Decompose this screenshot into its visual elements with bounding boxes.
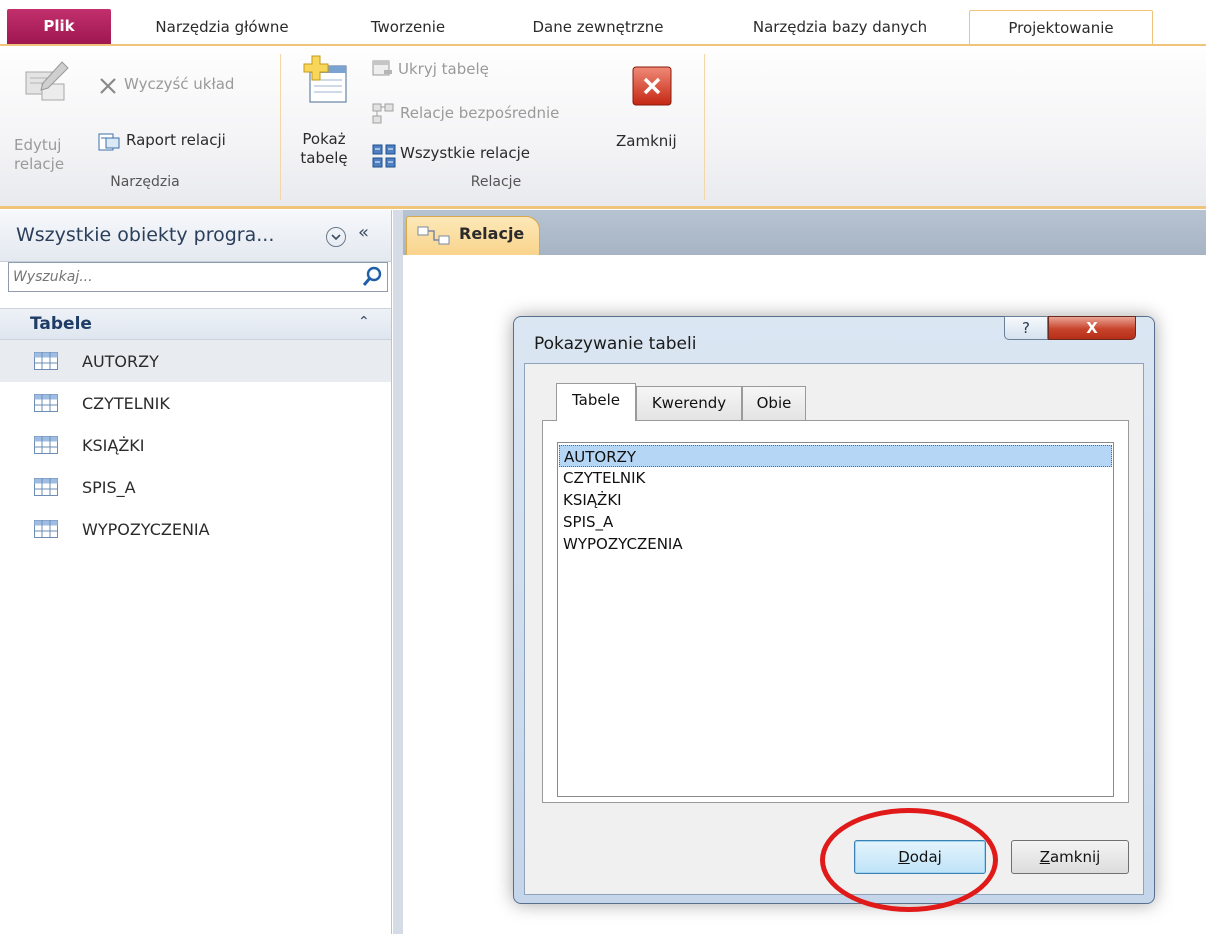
document-tab-relations[interactable]: Relacje — [406, 216, 540, 255]
all-relations-icon — [372, 144, 396, 168]
hide-table-icon — [372, 60, 392, 76]
dialog-close-button[interactable]: X — [1048, 316, 1136, 340]
nav-item-spis-a[interactable]: SPIS_A — [0, 466, 391, 508]
show-table-icon — [303, 55, 347, 103]
direct-relations-label: Relacje bezpośrednie — [400, 104, 560, 122]
direct-relations-icon — [372, 103, 394, 124]
report-icon — [98, 133, 120, 151]
hide-table-button[interactable]: Ukryj tabelę — [370, 58, 570, 86]
help-icon[interactable]: ? — [1004, 316, 1048, 340]
close-x-icon — [100, 78, 116, 94]
table-icon — [34, 520, 58, 538]
tab-home[interactable]: Narzędzia główne — [122, 10, 322, 45]
list-item[interactable]: KSIĄŻKI — [559, 489, 1112, 511]
nav-pane-header[interactable]: Wszystkie obiekty progra... « — [0, 210, 391, 262]
close-relations-button[interactable]: Zamknij — [614, 60, 698, 170]
relations-report-button[interactable]: Raport relacji — [96, 128, 272, 158]
tab-both[interactable]: Obie — [742, 386, 806, 421]
show-table-button[interactable]: Pokaż tabelę — [290, 52, 358, 168]
show-table-label: Pokaż tabelę — [300, 130, 348, 167]
add-button-label: odaj — [909, 848, 942, 866]
table-icon — [34, 436, 58, 454]
ribbon: Edytuj relacje Wyczyść układ Raport rela… — [0, 46, 1206, 206]
nav-item-czytelnik[interactable]: CZYTELNIK — [0, 382, 391, 424]
collapse-pane-icon[interactable]: « — [358, 222, 369, 243]
nav-item-ksiazki[interactable]: KSIĄŻKI — [0, 424, 391, 466]
chevron-down-icon[interactable] — [326, 227, 346, 247]
show-table-dialog: Pokazywanie tabeli ? X Tabele Kwerendy O… — [513, 316, 1155, 904]
group-separator — [280, 54, 281, 200]
nav-group-tables[interactable]: Tabele ⌃ — [0, 308, 391, 340]
clear-layout-button[interactable]: Wyczyść układ — [96, 72, 272, 102]
nav-item-wypozyczenia[interactable]: WYPOZYCZENIA — [0, 508, 391, 550]
table-icon — [34, 352, 58, 370]
tab-file[interactable]: Plik — [7, 9, 111, 45]
list-item[interactable]: SPIS_A — [559, 511, 1112, 533]
all-relations-button[interactable]: Wszystkie relacje — [370, 142, 570, 170]
table-icon — [34, 394, 58, 412]
tab-external-data[interactable]: Dane zewnętrzne — [493, 10, 703, 45]
ribbon-tab-bar: Plik Narzędzia główne Tworzenie Dane zew… — [0, 0, 1206, 45]
search-icon[interactable] — [359, 264, 385, 290]
list-item[interactable]: AUTORZY — [559, 445, 1112, 467]
add-button[interactable]: Dodaj — [854, 840, 986, 874]
ribbon-bottom-border — [0, 206, 1206, 209]
nav-group-label: Tabele — [30, 314, 92, 334]
close-button-label: amknij — [1049, 848, 1101, 866]
document-tab-label: Relacje — [459, 224, 525, 243]
add-button-accel: D — [898, 848, 910, 866]
close-icon — [632, 66, 672, 106]
tab-queries[interactable]: Kwerendy — [636, 386, 742, 421]
nav-item-label: KSIĄŻKI — [82, 436, 145, 455]
tab-database-tools[interactable]: Narzędzia bazy danych — [720, 10, 960, 45]
close-button-accel: Z — [1039, 848, 1050, 866]
tab-tables[interactable]: Tabele — [556, 383, 636, 421]
all-relations-label: Wszystkie relacje — [400, 144, 531, 162]
nav-item-label: WYPOZYCZENIA — [82, 520, 210, 539]
nav-item-autorzy[interactable]: AUTORZY — [0, 340, 391, 382]
tables-listbox[interactable]: AUTORZY CZYTELNIK KSIĄŻKI SPIS_A WYPOZYC… — [557, 442, 1114, 797]
nav-search-box — [8, 262, 388, 292]
chevron-up-icon[interactable]: ⌃ — [358, 314, 370, 330]
document-area-edge — [393, 210, 403, 934]
nav-item-label: SPIS_A — [82, 478, 136, 497]
close-dialog-button[interactable]: Zamknij — [1011, 840, 1129, 874]
edit-relations-icon — [25, 61, 69, 101]
table-icon — [34, 478, 58, 496]
group-separator — [704, 54, 705, 200]
nav-item-label: CZYTELNIK — [82, 394, 170, 413]
close-relations-label: Zamknij — [616, 132, 677, 150]
list-item[interactable]: CZYTELNIK — [559, 467, 1112, 489]
list-item[interactable]: WYPOZYCZENIA — [559, 533, 1112, 555]
navigation-pane: Wszystkie obiekty progra... « Tabele ⌃ A… — [0, 210, 392, 934]
relations-icon — [417, 226, 450, 245]
nav-pane-title[interactable]: Wszystkie obiekty progra... — [16, 224, 274, 246]
dialog-body: Tabele Kwerendy Obie AUTORZY CZYTELNIK K… — [524, 363, 1144, 895]
relations-report-label: Raport relacji — [126, 131, 226, 149]
nav-item-label: AUTORZY — [82, 352, 159, 371]
edit-relations-button[interactable]: Edytuj relacje — [14, 52, 84, 173]
clear-layout-label: Wyczyść układ — [124, 75, 235, 93]
edit-relations-label: Edytuj relacje — [14, 136, 65, 173]
tools-group-label: Narzędzia — [110, 174, 180, 190]
direct-relations-button[interactable]: Relacje bezpośrednie — [370, 100, 610, 128]
hide-table-label: Ukryj tabelę — [398, 60, 489, 78]
relations-group-label: Relacje — [470, 174, 522, 190]
tab-design[interactable]: Projektowanie — [969, 10, 1153, 45]
tab-create[interactable]: Tworzenie — [338, 10, 478, 45]
search-input[interactable] — [9, 263, 355, 291]
dialog-title: Pokazywanie tabeli — [534, 334, 697, 354]
